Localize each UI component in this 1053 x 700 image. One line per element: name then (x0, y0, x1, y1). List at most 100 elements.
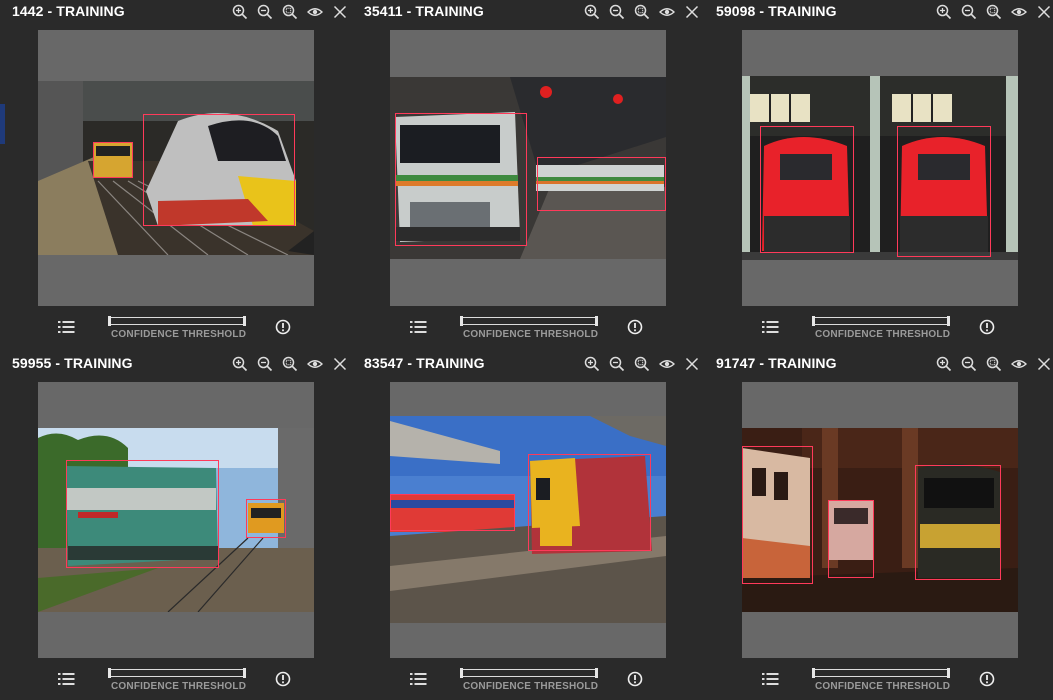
confidence-threshold-label: CONFIDENCE THRESHOLD (463, 681, 599, 692)
confidence-threshold-label: CONFIDENCE THRESHOLD (815, 681, 951, 692)
close-icon[interactable] (331, 355, 349, 373)
close-icon[interactable] (683, 3, 701, 21)
card-toolbar (935, 355, 1053, 373)
card-header: 59955 - TRAINING (0, 352, 348, 376)
zoom-out-icon[interactable] (256, 3, 274, 21)
list-icon[interactable] (58, 319, 76, 335)
card-footer: CONFIDENCE THRESHOLD (704, 664, 1052, 694)
detection-box[interactable] (537, 157, 666, 211)
card-footer: CONFIDENCE THRESHOLD (0, 664, 348, 694)
zoom-in-icon[interactable] (935, 3, 953, 21)
image-card: 59955 - TRAINING CONFIDENCE THRESHOLD (0, 352, 348, 700)
confidence-threshold-label: CONFIDENCE THRESHOLD (111, 681, 247, 692)
alert-icon[interactable] (979, 319, 995, 335)
zoom-out-icon[interactable] (608, 355, 626, 373)
image-viewport[interactable] (390, 30, 666, 306)
card-toolbar (231, 355, 356, 373)
close-icon[interactable] (683, 355, 701, 373)
image-viewport[interactable] (38, 382, 314, 658)
detection-box[interactable] (915, 465, 1001, 580)
list-icon[interactable] (762, 319, 780, 335)
close-icon[interactable] (331, 3, 349, 21)
zoom-out-icon[interactable] (960, 355, 978, 373)
detection-box[interactable] (897, 126, 991, 257)
eye-icon[interactable] (306, 355, 324, 373)
detection-box[interactable] (246, 499, 286, 538)
confidence-threshold-slider[interactable] (108, 316, 246, 326)
confidence-threshold-label: CONFIDENCE THRESHOLD (463, 329, 599, 340)
eye-icon[interactable] (1010, 355, 1028, 373)
detection-box[interactable] (390, 494, 515, 531)
zoom-in-icon[interactable] (935, 355, 953, 373)
detection-box[interactable] (93, 142, 133, 178)
card-toolbar (583, 355, 708, 373)
confidence-threshold-slider[interactable] (812, 668, 950, 678)
alert-icon[interactable] (627, 671, 643, 687)
detection-box[interactable] (742, 446, 813, 584)
card-title: 83547 - TRAINING (364, 355, 485, 371)
confidence-threshold-slider[interactable] (108, 668, 246, 678)
card-title: 59098 - TRAINING (716, 3, 837, 19)
card-title: 91747 - TRAINING (716, 355, 837, 371)
list-icon[interactable] (410, 319, 428, 335)
card-header: 1442 - TRAINING (0, 0, 348, 24)
zoom-out-icon[interactable] (256, 355, 274, 373)
close-icon[interactable] (1035, 3, 1053, 21)
confidence-threshold-label: CONFIDENCE THRESHOLD (111, 329, 247, 340)
detection-box[interactable] (66, 460, 219, 568)
card-footer: CONFIDENCE THRESHOLD (352, 312, 700, 342)
zoom-in-icon[interactable] (231, 355, 249, 373)
image-viewport[interactable] (742, 382, 1018, 658)
image-card: 1442 - TRAINING CONFIDENCE THRESHOLD (0, 0, 348, 348)
image-card: 91747 - TRAINING CONFIDENCE THRESHOLD (704, 352, 1052, 700)
detection-box[interactable] (528, 454, 651, 551)
card-title: 35411 - TRAINING (364, 3, 484, 19)
close-icon[interactable] (1035, 355, 1053, 373)
card-footer: CONFIDENCE THRESHOLD (0, 312, 348, 342)
image-card: 59098 - TRAINING CONFIDENCE THRESHOLD (704, 0, 1052, 348)
confidence-threshold-slider[interactable] (812, 316, 950, 326)
card-header: 83547 - TRAINING (352, 352, 700, 376)
zoom-fit-icon[interactable] (633, 3, 651, 21)
zoom-out-icon[interactable] (608, 3, 626, 21)
card-header: 91747 - TRAINING (704, 352, 1052, 376)
zoom-in-icon[interactable] (583, 3, 601, 21)
list-icon[interactable] (410, 671, 428, 687)
confidence-threshold-slider[interactable] (460, 668, 598, 678)
alert-icon[interactable] (627, 319, 643, 335)
alert-icon[interactable] (275, 671, 291, 687)
image-viewport[interactable] (390, 382, 666, 658)
image-grid: 1442 - TRAINING CONFIDENCE THRESHOLD 354… (0, 0, 1053, 699)
image-viewport[interactable] (742, 30, 1018, 306)
card-footer: CONFIDENCE THRESHOLD (704, 312, 1052, 342)
detection-box[interactable] (760, 126, 854, 253)
detection-box[interactable] (143, 114, 295, 226)
zoom-in-icon[interactable] (583, 355, 601, 373)
detection-box[interactable] (395, 113, 527, 246)
alert-icon[interactable] (979, 671, 995, 687)
zoom-fit-icon[interactable] (633, 355, 651, 373)
alert-icon[interactable] (275, 319, 291, 335)
zoom-fit-icon[interactable] (281, 3, 299, 21)
confidence-threshold-label: CONFIDENCE THRESHOLD (815, 329, 951, 340)
zoom-in-icon[interactable] (231, 3, 249, 21)
card-header: 59098 - TRAINING (704, 0, 1052, 24)
eye-icon[interactable] (306, 3, 324, 21)
detection-box[interactable] (828, 500, 874, 578)
list-icon[interactable] (762, 671, 780, 687)
card-toolbar (231, 3, 356, 21)
eye-icon[interactable] (1010, 3, 1028, 21)
eye-icon[interactable] (658, 355, 676, 373)
zoom-out-icon[interactable] (960, 3, 978, 21)
image-card: 83547 - TRAINING CONFIDENCE THRESHOLD (352, 352, 700, 700)
list-icon[interactable] (58, 671, 76, 687)
eye-icon[interactable] (658, 3, 676, 21)
image-viewport[interactable] (38, 30, 314, 306)
card-title: 59955 - TRAINING (12, 355, 133, 371)
card-footer: CONFIDENCE THRESHOLD (352, 664, 700, 694)
card-header: 35411 - TRAINING (352, 0, 700, 24)
zoom-fit-icon[interactable] (281, 355, 299, 373)
zoom-fit-icon[interactable] (985, 3, 1003, 21)
zoom-fit-icon[interactable] (985, 355, 1003, 373)
confidence-threshold-slider[interactable] (460, 316, 598, 326)
